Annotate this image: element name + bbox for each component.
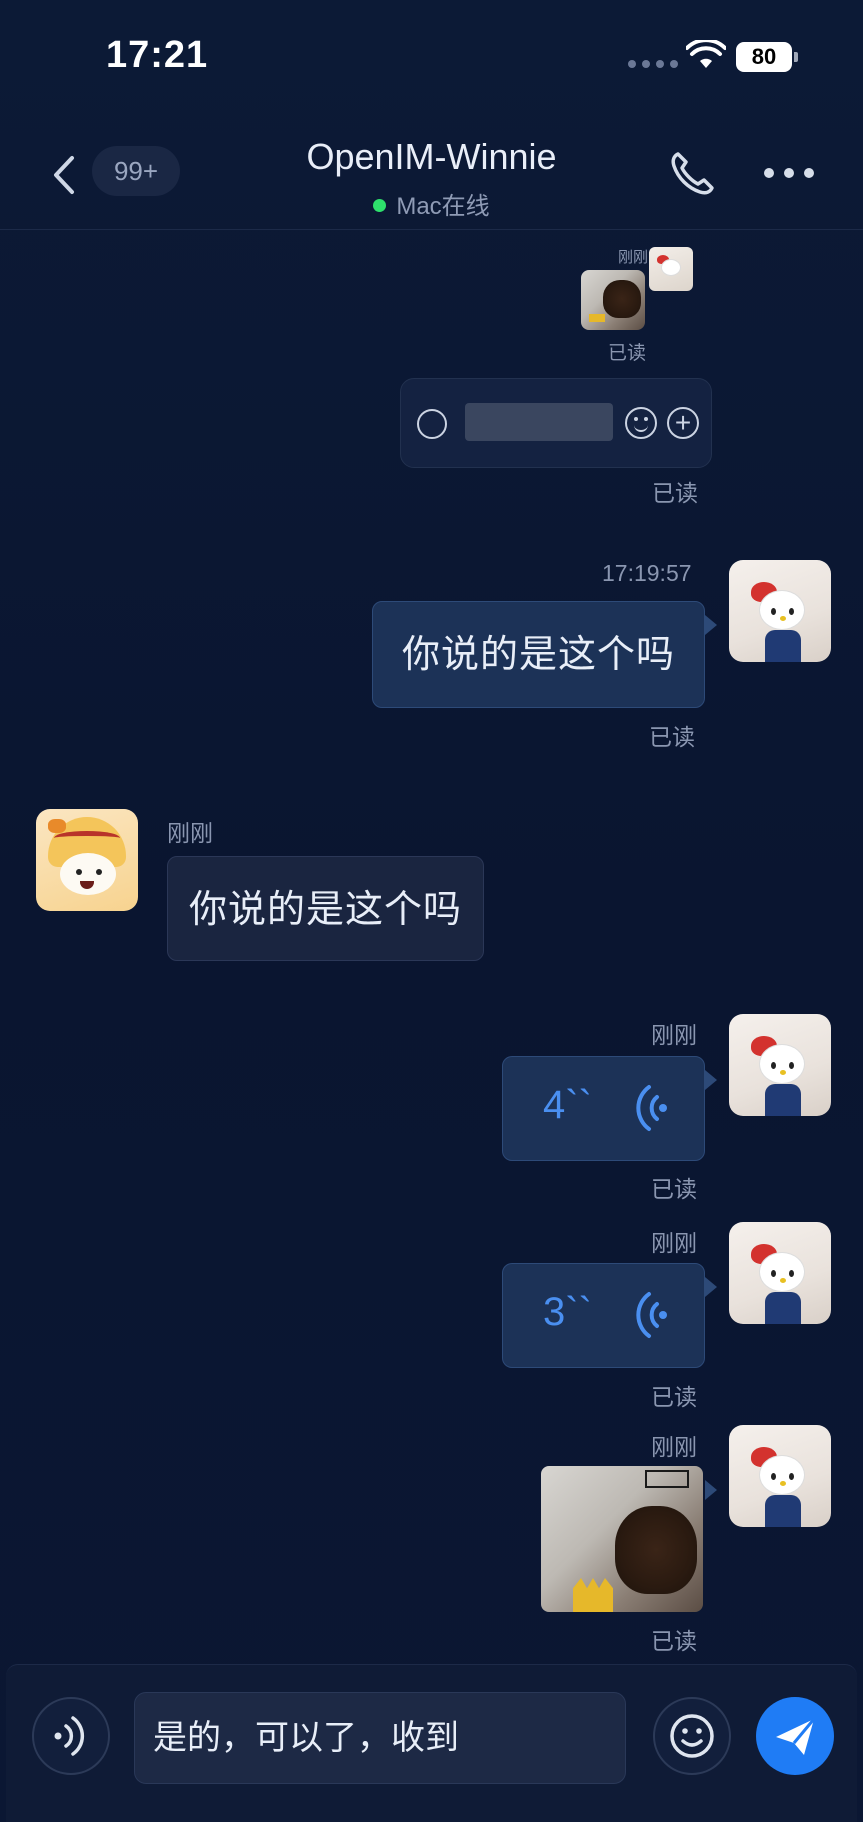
presence-label: Mac在线 <box>396 193 490 220</box>
bubble-tail <box>705 1070 717 1090</box>
voice-icon <box>417 409 447 439</box>
read-status: 已读 <box>649 724 695 750</box>
read-status: 已读 <box>652 480 698 506</box>
presence-status: Mac在线 <box>0 186 863 221</box>
my-avatar[interactable] <box>729 560 831 662</box>
emoji-button[interactable] <box>653 1697 731 1775</box>
message-timestamp: 刚刚 <box>651 1434 697 1460</box>
message-timestamp: 刚刚 <box>167 820 213 846</box>
emoji-icon <box>625 407 657 439</box>
outgoing-text-bubble[interactable]: 你说的是这个吗 <box>372 601 705 708</box>
status-time: 17:21 <box>106 34 209 76</box>
send-button[interactable] <box>756 1697 834 1775</box>
incoming-text-bubble[interactable]: 你说的是这个吗 <box>167 856 484 961</box>
voice-duration: 4`` <box>543 1083 592 1127</box>
mini-image-thumbnail[interactable] <box>581 270 645 330</box>
voice-wave-icon <box>636 1085 667 1131</box>
top-sender-label: 刚刚 <box>618 249 649 266</box>
chat-screen: 17:21 80 99+ OpenIM-Winnie Mac在线 刚刚 已读 +… <box>0 0 863 1822</box>
chat-title: OpenIM-Winnie <box>306 136 557 177</box>
plus-icon: + <box>667 407 699 439</box>
chat-header: 99+ OpenIM-Winnie Mac在线 <box>0 120 863 230</box>
more-options-icon[interactable] <box>764 168 814 178</box>
status-bar: 17:21 80 <box>0 0 863 110</box>
message-timestamp: 刚刚 <box>651 1230 697 1256</box>
voice-input-icon <box>54 1716 85 1756</box>
message-input-bar: 是的，可以了，收到 <box>6 1664 857 1822</box>
contact-avatar[interactable] <box>36 809 138 911</box>
my-avatar[interactable] <box>729 1222 831 1324</box>
voice-wave-icon <box>636 1292 667 1338</box>
bubble-tail <box>705 1480 717 1500</box>
signal-icon <box>628 60 678 68</box>
bubble-tail <box>705 1277 717 1297</box>
read-status: 已读 <box>651 1384 697 1410</box>
message-timestamp: 17:19:57 <box>602 560 692 586</box>
send-icon <box>776 1718 816 1755</box>
message-text: 你说的是这个吗 <box>401 634 675 676</box>
read-status: 已读 <box>651 1176 697 1202</box>
message-text: 你说的是这个吗 <box>188 889 462 931</box>
my-avatar[interactable] <box>729 1014 831 1116</box>
battery-icon: 80 <box>736 42 798 72</box>
bubble-tail <box>705 615 717 635</box>
text-field-preview <box>465 403 613 441</box>
wifi-icon <box>686 40 726 68</box>
read-status: 已读 <box>608 343 647 364</box>
quoted-image-message[interactable]: + <box>400 378 712 468</box>
voice-message-bubble[interactable]: 4`` <box>502 1056 705 1161</box>
voice-input-toggle[interactable] <box>32 1697 110 1775</box>
phone-call-icon[interactable] <box>664 146 720 202</box>
message-input[interactable]: 是的，可以了，收到 <box>134 1692 626 1784</box>
read-status: 已读 <box>651 1628 697 1654</box>
image-message[interactable] <box>541 1466 703 1612</box>
my-avatar[interactable] <box>729 1425 831 1527</box>
voice-duration: 3`` <box>543 1290 592 1334</box>
mini-avatar <box>649 247 693 291</box>
emoji-icon <box>670 1714 714 1758</box>
online-dot-icon <box>373 199 387 213</box>
voice-message-bubble[interactable]: 3`` <box>502 1263 705 1368</box>
message-timestamp: 刚刚 <box>651 1022 697 1048</box>
